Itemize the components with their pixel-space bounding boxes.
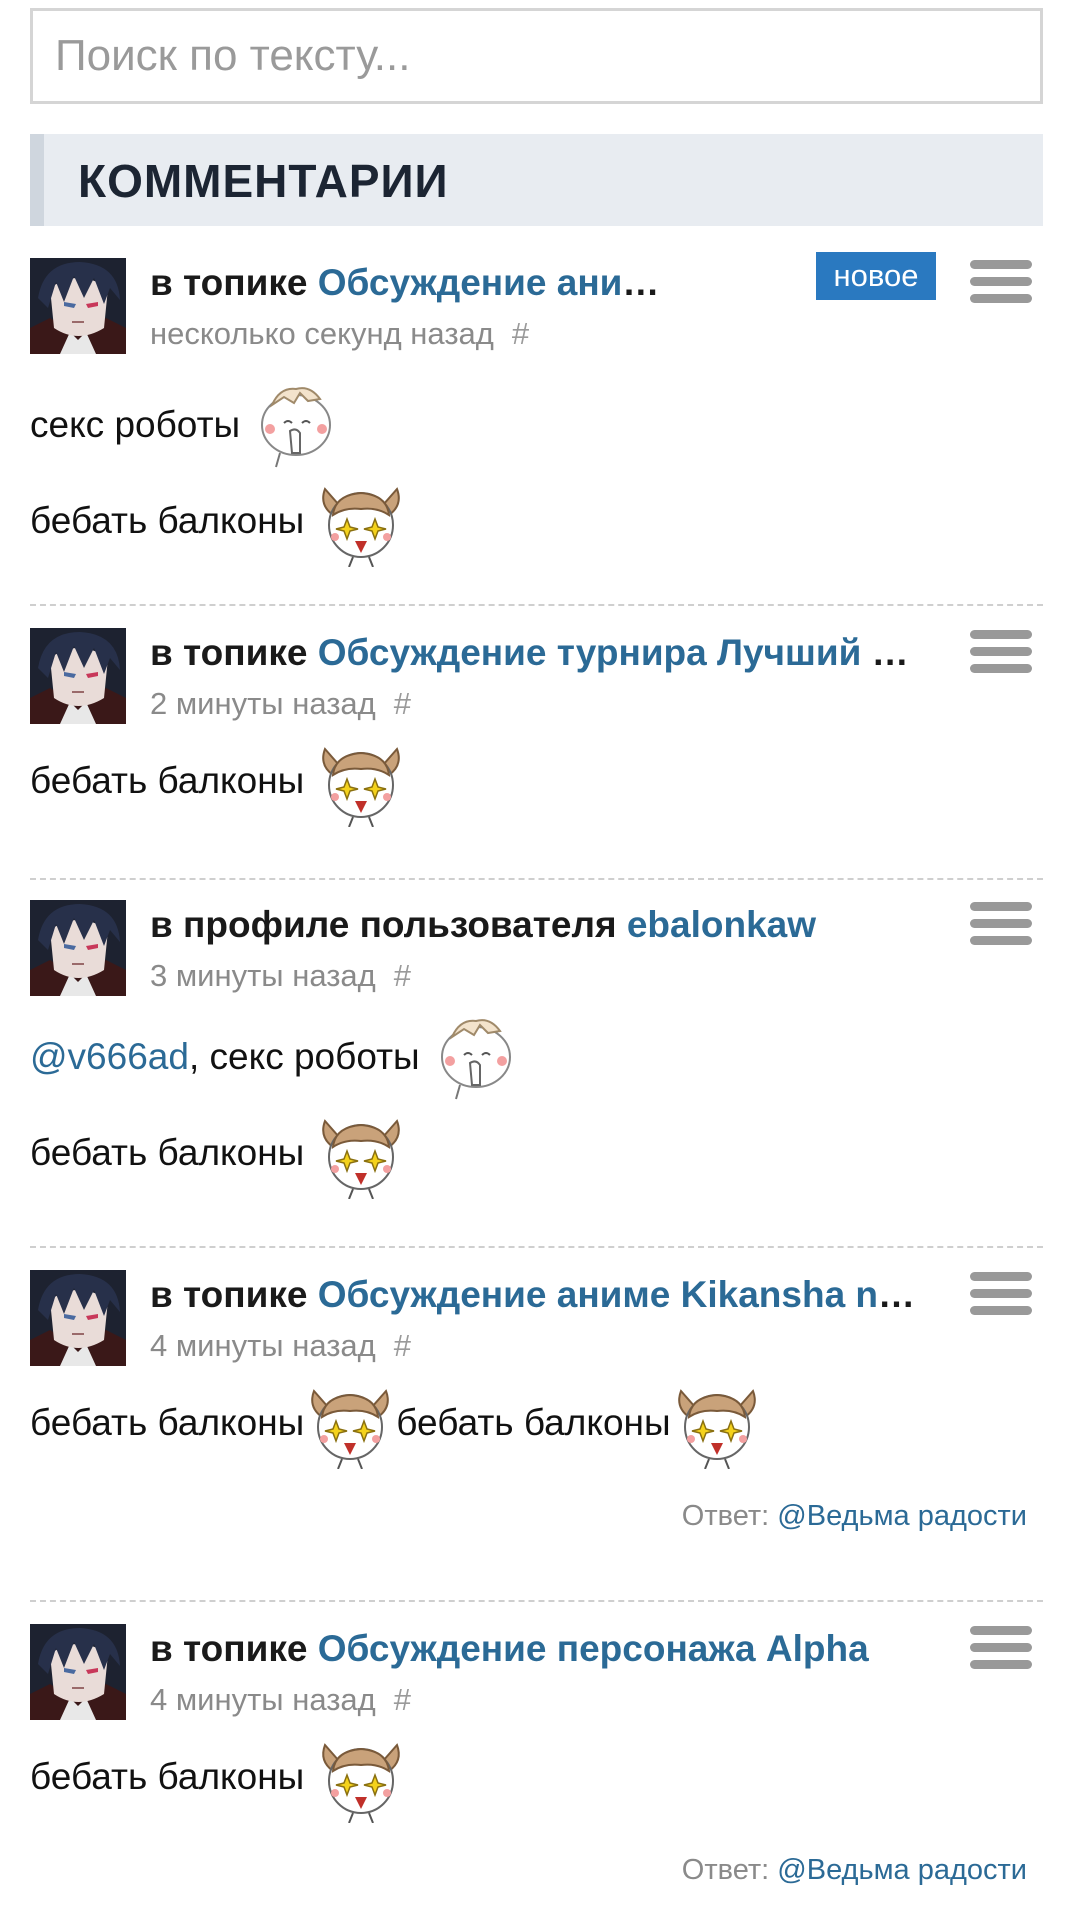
section-title: КОММЕНТАРИИ xyxy=(78,155,449,207)
comment-item: в топике Обсуждение аниме Kikansha no Ma… xyxy=(30,1270,1043,1570)
comment-item: в топике Обсуждение аниме Kikansha no Ma… xyxy=(30,252,1043,568)
permalink-hash[interactable]: # xyxy=(394,1328,411,1363)
comment-meta: 4 минуты назад # xyxy=(150,1680,411,1720)
avatar[interactable] xyxy=(30,1270,126,1366)
comment-headline: в топике Обсуждение аниме Kikansha no Ma… xyxy=(150,1272,920,1318)
comment-divider xyxy=(30,604,1043,606)
comment-text-line: бебать балконы xyxy=(30,734,407,824)
excited-deer-sticker-icon xyxy=(304,1377,396,1469)
comment-meta: 4 минуты назад # xyxy=(150,1326,411,1366)
section-header: КОММЕНТАРИИ xyxy=(30,134,1043,226)
avatar[interactable] xyxy=(30,628,126,724)
comment-text: бебать балконы xyxy=(30,500,305,542)
comment-text: секс роботы xyxy=(30,404,241,446)
comment-text-line: бебать балконы xyxy=(30,1106,407,1196)
menu-icon xyxy=(970,1272,1032,1281)
blushing-face-sticker-icon xyxy=(250,379,342,471)
menu-icon xyxy=(970,630,1032,639)
comment-text-line: бебать балконы xyxy=(30,1730,407,1820)
topic-link[interactable]: Обсуждение аниме Kikansha no Mahou wa To… xyxy=(318,1274,920,1315)
reply-user-link[interactable]: @Ведьма радости xyxy=(777,1500,1027,1532)
permalink-hash[interactable]: # xyxy=(394,686,411,721)
comment-divider xyxy=(30,878,1043,880)
menu-icon xyxy=(970,260,1032,269)
excited-deer-sticker-icon xyxy=(671,1377,763,1469)
menu-icon-bar xyxy=(970,664,1032,673)
profile-link[interactable]: ebalonkaw xyxy=(627,904,816,945)
permalink-hash[interactable]: # xyxy=(394,958,411,993)
search-input[interactable] xyxy=(33,11,1040,101)
topic-link[interactable]: Обсуждение турнира Лучший персонаж xyxy=(318,632,920,673)
reply-prefix: Ответ: xyxy=(681,1854,778,1886)
new-badge: новое xyxy=(816,252,936,300)
comment-headline: в топике Обсуждение аниме Kikansha no Ma… xyxy=(150,260,680,306)
comment-text: бебать балконы xyxy=(30,760,305,802)
comment-text-line: бебать балконы xyxy=(30,474,407,564)
menu-icon-bar xyxy=(970,277,1032,286)
comment-headline: в топике Обсуждение турнира Лучший персо… xyxy=(150,630,920,676)
reply-prefix: Ответ: xyxy=(681,1500,778,1532)
comment-menu-button[interactable] xyxy=(970,630,1032,682)
comment-meta: несколько секунд назад # xyxy=(150,314,529,354)
menu-icon-bar xyxy=(970,1643,1032,1652)
avatar[interactable] xyxy=(30,900,126,996)
comment-text-line: @v666ad, секс роботы xyxy=(30,1010,522,1100)
headline-prefix: в профиле пользователя xyxy=(150,904,627,945)
menu-icon-bar xyxy=(970,1306,1032,1315)
menu-icon-bar xyxy=(970,294,1032,303)
timestamp: 4 минуты назад xyxy=(150,1682,376,1717)
menu-icon xyxy=(970,1626,1032,1635)
avatar[interactable] xyxy=(30,1624,126,1720)
comment-menu-button[interactable] xyxy=(970,902,1032,954)
comment-text: , секс роботы xyxy=(188,1036,420,1078)
menu-icon-bar xyxy=(970,919,1032,928)
comment-meta: 3 минуты назад # xyxy=(150,956,411,996)
comment-divider xyxy=(30,1246,1043,1248)
topic-link[interactable]: Обсуждение персонажа Alpha xyxy=(318,1628,869,1669)
excited-deer-sticker-icon xyxy=(315,1731,407,1823)
comment-text-line: бебать балконы бебать балконы xyxy=(30,1376,763,1466)
excited-deer-sticker-icon xyxy=(315,1107,407,1199)
search-box[interactable] xyxy=(30,8,1043,104)
permalink-hash[interactable]: # xyxy=(512,316,529,351)
comment-menu-button[interactable] xyxy=(970,1626,1032,1678)
comment-text: бебать балконы xyxy=(30,1402,305,1444)
comment-menu-button[interactable] xyxy=(970,1272,1032,1324)
headline-prefix: в топике xyxy=(150,1274,318,1315)
menu-icon-bar xyxy=(970,936,1032,945)
permalink-hash[interactable]: # xyxy=(394,1682,411,1717)
comment-headline: в профиле пользователя ebalonkaw xyxy=(150,902,920,948)
user-mention-link[interactable]: @v666ad xyxy=(30,1036,189,1077)
menu-icon xyxy=(970,902,1032,911)
excited-deer-sticker-icon xyxy=(315,475,407,567)
avatar[interactable] xyxy=(30,258,126,354)
comment-item: в профиле пользователя ebalonkaw 3 минут… xyxy=(30,900,1043,1230)
timestamp: несколько секунд назад xyxy=(150,316,494,351)
reply-info: Ответ: @Ведьма радости xyxy=(682,1854,1027,1887)
comment-menu-button[interactable] xyxy=(970,260,1032,312)
comment-item: в топике Обсуждение турнира Лучший персо… xyxy=(30,628,1043,848)
comment-item: в топике Обсуждение персонажа Alpha 4 ми… xyxy=(30,1624,1043,1920)
topic-link[interactable]: Обсуждение аниме Kikansha no Mahou wa To… xyxy=(318,262,680,303)
reply-info: Ответ: @Ведьма радости xyxy=(682,1500,1027,1533)
excited-deer-sticker-icon xyxy=(315,735,407,827)
comment-text: бебать балконы xyxy=(30,1756,305,1798)
reply-user-link[interactable]: @Ведьма радости xyxy=(777,1854,1027,1886)
menu-icon-bar xyxy=(970,1660,1032,1669)
comment-headline: в топике Обсуждение персонажа Alpha xyxy=(150,1626,920,1672)
comment-meta: 2 минуты назад # xyxy=(150,684,411,724)
comment-text-line: секс роботы xyxy=(30,378,342,468)
blushing-face-sticker-icon xyxy=(430,1011,522,1103)
comment-divider xyxy=(30,1600,1043,1602)
menu-icon-bar xyxy=(970,1289,1032,1298)
comment-text: бебать балконы xyxy=(30,1132,305,1174)
timestamp: 3 минуты назад xyxy=(150,958,376,993)
comment-text: бебать балконы xyxy=(396,1402,671,1444)
timestamp: 4 минуты назад xyxy=(150,1328,376,1363)
timestamp: 2 минуты назад xyxy=(150,686,376,721)
headline-prefix: в топике xyxy=(150,262,318,303)
headline-prefix: в топике xyxy=(150,632,318,673)
headline-prefix: в топике xyxy=(150,1628,318,1669)
menu-icon-bar xyxy=(970,647,1032,656)
